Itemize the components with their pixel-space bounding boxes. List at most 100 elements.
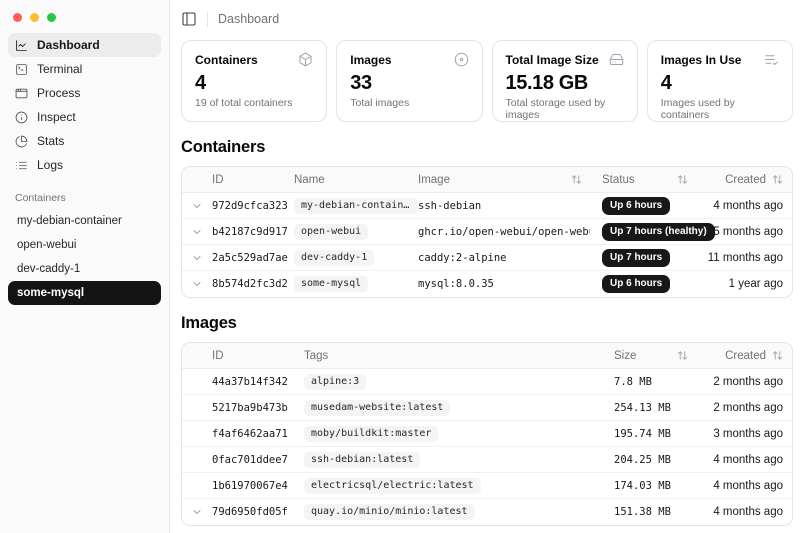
images-table-header: ID Tags Size Created xyxy=(182,343,792,369)
image-size: 204.25 MB xyxy=(600,454,696,466)
image-created: 4 months ago xyxy=(696,454,792,466)
topbar: Dashboard xyxy=(181,6,793,32)
nav-item-label: Terminal xyxy=(37,62,82,76)
container-table-row[interactable]: 972d9cfca323 my-debian-container ssh-deb… xyxy=(182,193,792,219)
stat-cards-row: Containers 4 19 of total containers Imag… xyxy=(181,40,793,122)
container-table-row[interactable]: 2a5c529ad7ae dev-caddy-1 caddy:2-alpine … xyxy=(182,245,792,271)
container-name-label: my-debian-container xyxy=(17,215,122,227)
stat-card-title: Total Image Size xyxy=(506,53,599,67)
image-table-row[interactable]: 79d6950fd05f quay.io/minio/minio:latest … xyxy=(182,499,792,525)
sidebar-container-item[interactable]: some-mysql xyxy=(8,281,161,305)
container-name-label: some-mysql xyxy=(17,287,84,299)
nav-item-label: Dashboard xyxy=(37,38,100,52)
container-status-badge: Up 7 hours xyxy=(602,249,670,267)
container-image: ghcr.io/open-webui/open-webui:main xyxy=(418,226,590,238)
sidebar-nav-item[interactable]: Process xyxy=(8,81,161,105)
images-table-body: 44a37b14f342 alpine:3 7.8 MB 2 months ag… xyxy=(182,369,792,525)
container-name-label: dev-caddy-1 xyxy=(17,263,80,275)
sidebar-container-item[interactable]: open-webui xyxy=(8,233,161,257)
sidebar-nav-item[interactable]: Dashboard xyxy=(8,33,161,57)
image-tag-pill: ssh-debian:latest xyxy=(304,452,420,468)
image-table-row[interactable]: 0fac701ddee7 ssh-debian:latest 204.25 MB… xyxy=(182,447,792,473)
app-window-root: Dashboard Terminal Process Inspect Stats… xyxy=(0,0,800,533)
containers-group-label: Containers xyxy=(8,192,161,204)
image-tag-pill: electricsql/electric:latest xyxy=(304,478,481,494)
container-id: b42187c9d917 xyxy=(212,226,294,238)
container-created: 1 year ago xyxy=(696,278,792,290)
column-header-status: Status xyxy=(590,174,696,186)
sidebar-nav-item[interactable]: Terminal xyxy=(8,57,161,81)
containers-section-title: Containers xyxy=(181,138,793,157)
topbar-divider xyxy=(207,12,208,27)
container-image: mysql:8.0.35 xyxy=(418,278,590,290)
column-header-image: Image xyxy=(418,174,590,186)
terminal-icon xyxy=(15,63,28,76)
list-icon xyxy=(15,159,28,172)
info-icon xyxy=(15,111,28,124)
disc-icon xyxy=(454,52,469,67)
expand-row-icon[interactable] xyxy=(191,226,203,238)
sort-created-icon[interactable] xyxy=(772,350,783,361)
window-zoom-button[interactable] xyxy=(47,13,56,22)
sidebar-toggle-icon[interactable] xyxy=(181,11,197,27)
stat-card: Images In Use 4 Images used by container… xyxy=(647,40,793,122)
stat-card-value: 4 xyxy=(661,72,779,95)
image-id: 1b61970067e4 xyxy=(212,480,304,492)
stat-card: Images 33 Total images xyxy=(336,40,482,122)
container-name-pill: open-webui xyxy=(294,224,368,240)
image-table-row[interactable]: 5217ba9b473b musedam-website:latest 254.… xyxy=(182,395,792,421)
window-minimize-button[interactable] xyxy=(30,13,39,22)
stat-card-subtitle: Images used by containers xyxy=(661,97,779,121)
image-tag-pill: musedam-website:latest xyxy=(304,400,450,416)
sidebar-nav-item[interactable]: Inspect xyxy=(8,105,161,129)
stat-card-subtitle: Total images xyxy=(350,97,468,109)
containers-table-header: ID Name Image Status Created xyxy=(182,167,792,193)
sidebar-nav-item[interactable]: Stats xyxy=(8,129,161,153)
image-table-row[interactable]: 44a37b14f342 alpine:3 7.8 MB 2 months ag… xyxy=(182,369,792,395)
container-created: 4 months ago xyxy=(696,200,792,212)
image-table-row[interactable]: 1b61970067e4 electricsql/electric:latest… xyxy=(182,473,792,499)
container-image: ssh-debian xyxy=(418,200,590,212)
image-id: f4af6462aa71 xyxy=(212,428,304,440)
column-header-id: ID xyxy=(212,174,294,186)
main-content: Dashboard Containers 4 19 of total conta… xyxy=(170,0,800,533)
hard-drive-icon xyxy=(609,52,624,67)
container-id: 972d9cfca323 xyxy=(212,200,294,212)
image-created: 3 months ago xyxy=(696,428,792,440)
column-header-created: Created xyxy=(696,350,792,362)
sidebar-container-item[interactable]: my-debian-container xyxy=(8,209,161,233)
app-window-icon xyxy=(15,87,28,100)
stat-card-value: 4 xyxy=(195,72,313,95)
sort-status-icon[interactable] xyxy=(677,174,688,185)
expand-row-icon[interactable] xyxy=(191,200,203,212)
sidebar-container-item[interactable]: dev-caddy-1 xyxy=(8,257,161,281)
image-id: 44a37b14f342 xyxy=(212,376,304,388)
sidebar-nav: Dashboard Terminal Process Inspect Stats… xyxy=(0,22,169,177)
sidebar: Dashboard Terminal Process Inspect Stats… xyxy=(0,0,170,533)
image-size: 151.38 MB xyxy=(600,506,696,518)
container-table-row[interactable]: 8b574d2fc3d2 some-mysql mysql:8.0.35 Up … xyxy=(182,271,792,297)
stat-card-title: Images In Use xyxy=(661,53,742,67)
column-header-id: ID xyxy=(212,350,304,362)
stat-card-value: 15.18 GB xyxy=(506,72,624,95)
nav-item-label: Inspect xyxy=(37,110,76,124)
expand-row-icon[interactable] xyxy=(191,278,203,290)
expand-row-icon[interactable] xyxy=(191,506,203,518)
container-name-pill: some-mysql xyxy=(294,276,368,292)
stat-card-title: Images xyxy=(350,53,391,67)
image-table-row[interactable]: f4af6462aa71 moby/buildkit:master 195.74… xyxy=(182,421,792,447)
expand-row-icon[interactable] xyxy=(191,252,203,264)
container-id: 2a5c529ad7ae xyxy=(212,252,294,264)
container-status-badge: Up 6 hours xyxy=(602,197,670,215)
container-table-row[interactable]: b42187c9d917 open-webui ghcr.io/open-web… xyxy=(182,219,792,245)
image-tag-pill: moby/buildkit:master xyxy=(304,426,438,442)
column-header-created: Created xyxy=(696,174,792,186)
sort-image-icon[interactable] xyxy=(571,174,582,185)
image-created: 4 months ago xyxy=(696,480,792,492)
image-size: 174.03 MB xyxy=(600,480,696,492)
window-close-button[interactable] xyxy=(13,13,22,22)
sidebar-nav-item[interactable]: Logs xyxy=(8,153,161,177)
sort-size-icon[interactable] xyxy=(677,350,688,361)
container-created: 11 months ago xyxy=(696,252,792,264)
sort-created-icon[interactable] xyxy=(772,174,783,185)
